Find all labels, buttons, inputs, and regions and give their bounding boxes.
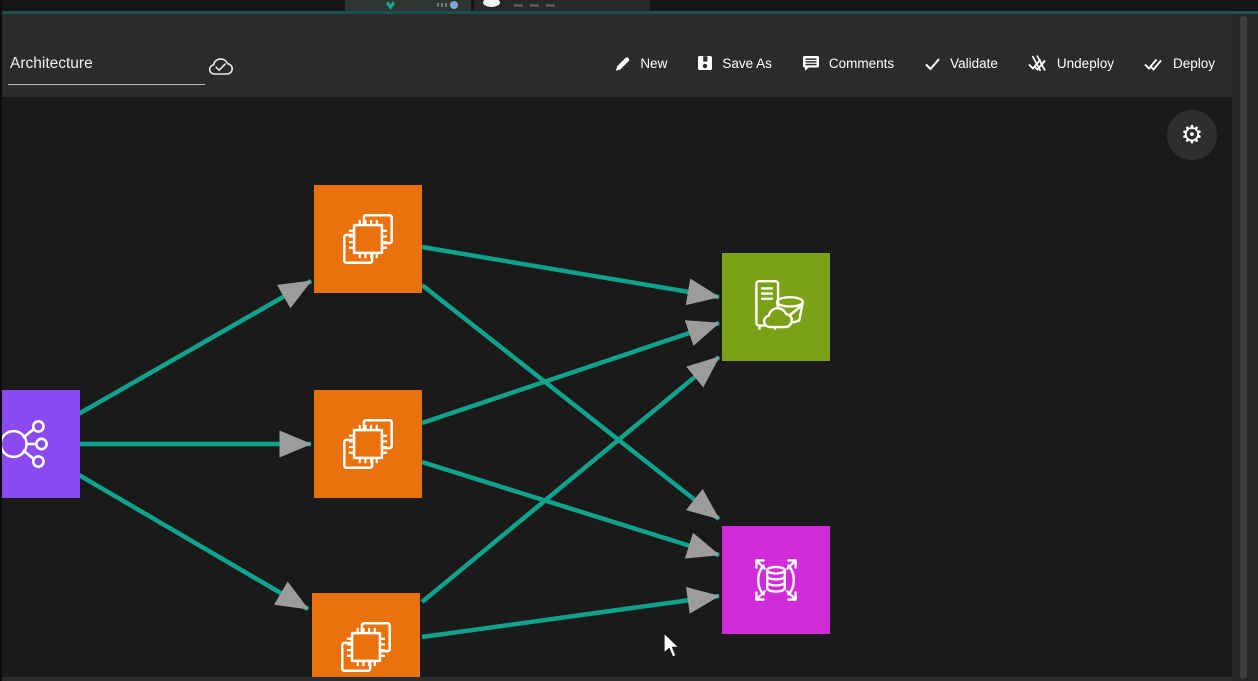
- validate-button[interactable]: Validate: [924, 55, 998, 72]
- edge-compute-1-to-database-scaling: [422, 285, 719, 519]
- database-scaling-node[interactable]: [722, 526, 830, 634]
- edge-compute-1-to-storage: [422, 247, 719, 297]
- undeploy-button[interactable]: Undeploy: [1028, 55, 1114, 72]
- comments-button[interactable]: Comments: [802, 55, 894, 71]
- diagram-toolbar: New Save As Comments Validate: [2, 14, 1232, 97]
- window-left-border: [0, 0, 2, 681]
- browser-tab-inactive[interactable]: [474, 0, 650, 11]
- edge-compute-2-to-database-scaling: [422, 462, 719, 555]
- diagram-canvas[interactable]: ⚙: [2, 97, 1232, 681]
- edge-compute-2-to-storage: [422, 323, 719, 423]
- accent-divider: [0, 11, 1258, 14]
- button-label: New: [640, 56, 667, 71]
- edge-compute-3-to-database-scaling: [422, 596, 719, 637]
- compute-icon: [335, 206, 401, 272]
- compute-3-node[interactable]: [312, 593, 420, 681]
- compute-icon: [335, 411, 401, 477]
- button-label: Undeploy: [1057, 56, 1114, 71]
- new-button[interactable]: New: [614, 55, 667, 72]
- button-label: Save As: [722, 56, 772, 71]
- dash-icon: [546, 4, 555, 7]
- button-label: Validate: [950, 56, 998, 71]
- double-check-slash-icon: [1028, 55, 1048, 72]
- dash-icon: [514, 4, 523, 7]
- cloud-check-icon: [207, 53, 235, 81]
- scaling-database-icon: [743, 547, 809, 613]
- edge-compute-3-to-storage: [422, 357, 719, 602]
- load-balancer-node[interactable]: [2, 390, 80, 498]
- favicon-circle-icon: [450, 1, 458, 9]
- pencil-icon: [614, 55, 631, 72]
- comment-icon: [802, 55, 820, 71]
- diagram-title-input[interactable]: [8, 55, 205, 85]
- double-check-icon: [1144, 55, 1164, 72]
- vertical-scrollbar[interactable]: [1232, 14, 1258, 681]
- browser-tab-strip: [0, 0, 1258, 11]
- compute-icon: [333, 614, 399, 680]
- teal-logo-icon: [386, 1, 395, 10]
- edges-layer: [2, 97, 1232, 681]
- button-label: Comments: [829, 56, 894, 71]
- toolbar-actions: New Save As Comments Validate: [614, 47, 1215, 79]
- bottom-edge-strip: [2, 677, 1232, 681]
- check-icon: [924, 55, 941, 72]
- diagram-title-field: [8, 55, 205, 85]
- oval-favicon-icon: [483, 0, 500, 7]
- deploy-button[interactable]: Deploy: [1144, 55, 1215, 72]
- gear-icon: ⚙: [1181, 110, 1203, 160]
- scrollbar-thumb[interactable]: [1240, 16, 1247, 679]
- load-balancer-icon: [2, 411, 59, 477]
- storage-node[interactable]: [722, 253, 830, 361]
- dash-icon: [530, 4, 539, 7]
- canvas-settings-button[interactable]: ⚙: [1167, 110, 1217, 160]
- compute-1-node[interactable]: [314, 185, 422, 293]
- button-label: Deploy: [1173, 56, 1215, 71]
- compute-2-node[interactable]: [314, 390, 422, 498]
- browser-tab-active[interactable]: [345, 0, 471, 11]
- save-icon: [697, 55, 713, 71]
- storage-server-icon: [743, 274, 809, 340]
- dots-icon: [437, 3, 447, 7]
- save-as-button[interactable]: Save As: [697, 55, 772, 71]
